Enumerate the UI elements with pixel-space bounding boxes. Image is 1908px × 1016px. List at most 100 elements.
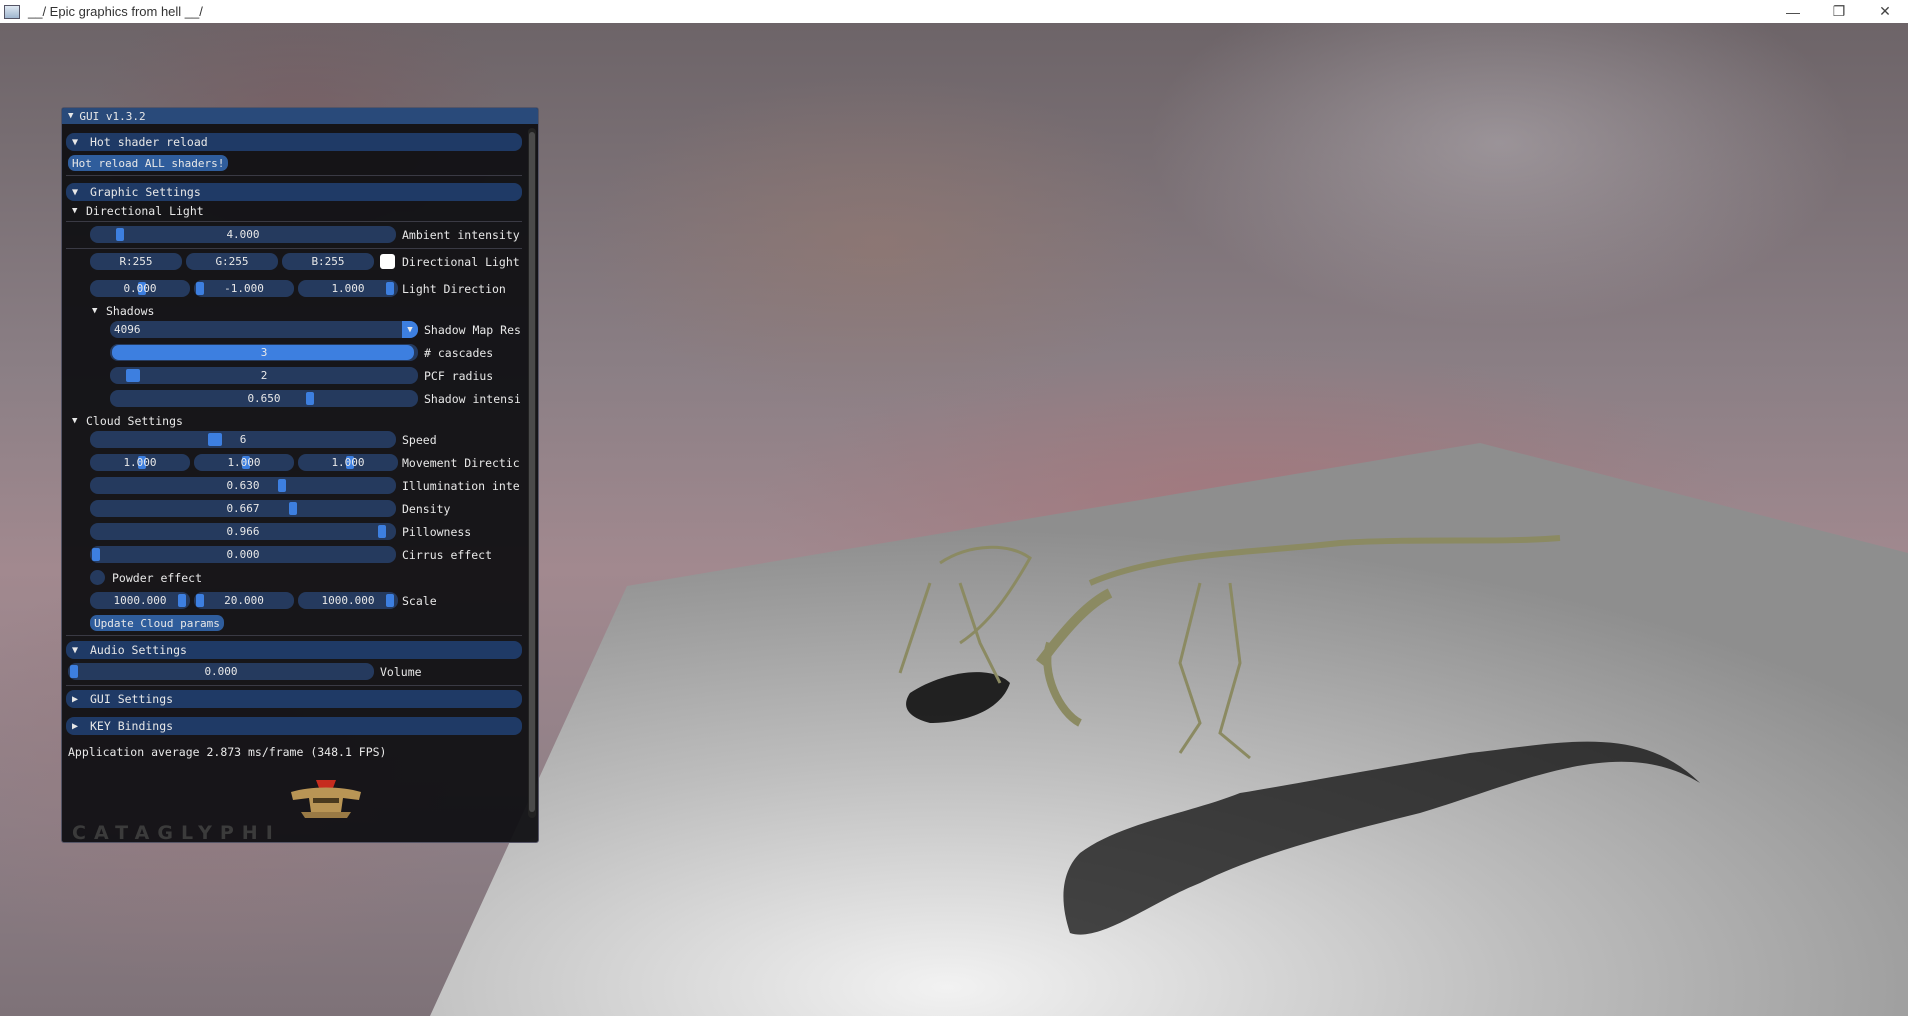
light-direction-x-slider[interactable]: 0.000 bbox=[90, 280, 190, 297]
gui-title-bar[interactable]: ▼ GUI v1.3.2 bbox=[62, 108, 538, 124]
collapse-arrow-icon[interactable]: ▼ bbox=[68, 111, 73, 121]
slider-grab[interactable] bbox=[178, 594, 186, 607]
tree-directional-light[interactable]: ▼ Directional Light bbox=[72, 204, 204, 218]
color-r-field[interactable]: R:255 bbox=[90, 253, 182, 270]
volume-slider[interactable]: 0.000 bbox=[68, 663, 374, 680]
illumination-slider[interactable]: 0.630 bbox=[90, 477, 396, 494]
light-direction-z-slider[interactable]: 1.000 bbox=[298, 280, 398, 297]
update-cloud-params-button[interactable]: Update Cloud params bbox=[90, 615, 224, 631]
gui-title: GUI v1.3.2 bbox=[79, 109, 146, 123]
movement-direction-x-value: 1.000 bbox=[123, 456, 157, 469]
cloud-speed-slider[interactable]: 6 bbox=[90, 431, 396, 448]
shadow-intensity-slider[interactable]: 0.650 bbox=[110, 390, 418, 407]
maximize-icon[interactable]: ❐ bbox=[1816, 0, 1862, 23]
shadow-intensity-label: Shadow intensi bbox=[424, 392, 520, 406]
header-key-bindings[interactable]: ▶ KEY Bindings bbox=[66, 717, 522, 735]
minimize-icon[interactable]: — bbox=[1770, 0, 1816, 23]
slider-grab[interactable] bbox=[306, 392, 314, 405]
tree-shadows-label: Shadows bbox=[106, 304, 155, 318]
light-direction-y-slider[interactable]: -1.000 bbox=[194, 280, 294, 297]
close-icon[interactable]: ✕ bbox=[1862, 0, 1908, 23]
illumination-value: 0.630 bbox=[226, 479, 260, 492]
scale-x-slider[interactable]: 1000.000 bbox=[90, 592, 190, 609]
slider-grab[interactable] bbox=[378, 525, 386, 538]
pcf-radius-label: PCF radius bbox=[424, 369, 494, 383]
header-hot-shader-reload[interactable]: ▼ Hot shader reload bbox=[66, 133, 522, 151]
header-audio-settings[interactable]: ▼ Audio Settings bbox=[66, 641, 522, 659]
window-controls: — ❐ ✕ bbox=[1770, 0, 1908, 23]
shadow-map-res-combo[interactable]: 4096 ▼ bbox=[110, 321, 418, 338]
slider-grab[interactable] bbox=[70, 665, 78, 678]
powder-effect-label: Powder effect bbox=[112, 571, 203, 585]
shadow-map-res-value: 4096 bbox=[114, 323, 141, 336]
powder-effect-checkbox[interactable] bbox=[90, 570, 105, 585]
gui-scrollbar[interactable] bbox=[528, 128, 536, 818]
slider-grab[interactable] bbox=[386, 594, 394, 607]
shadow-map-res-label: Shadow Map Res bbox=[424, 323, 520, 337]
ground-plane-shape bbox=[430, 443, 1908, 1016]
movement-direction-y-slider[interactable]: 1.000 bbox=[194, 454, 294, 471]
pcf-radius-slider[interactable]: 2 bbox=[110, 367, 418, 384]
volume-label: Volume bbox=[380, 665, 422, 679]
volume-value: 0.000 bbox=[204, 665, 238, 678]
header-gui-settings[interactable]: ▶ GUI Settings bbox=[66, 690, 522, 708]
separator bbox=[66, 635, 522, 636]
shadow-intensity-value: 0.650 bbox=[247, 392, 281, 405]
scrollbar-thumb[interactable] bbox=[529, 132, 535, 812]
separator bbox=[66, 248, 522, 249]
slider-grab[interactable] bbox=[196, 594, 204, 607]
cataglyphi-logo bbox=[291, 780, 361, 818]
movement-direction-x-slider[interactable]: 1.000 bbox=[90, 454, 190, 471]
tree-cloud-settings-label: Cloud Settings bbox=[86, 414, 183, 428]
expanded-arrow-icon: ▼ bbox=[72, 416, 78, 426]
scale-z-value: 1000.000 bbox=[321, 594, 375, 607]
slider-grab[interactable] bbox=[208, 433, 222, 446]
slider-grab[interactable] bbox=[116, 228, 124, 241]
dropdown-arrow-icon[interactable]: ▼ bbox=[402, 321, 418, 338]
slider-grab[interactable] bbox=[278, 479, 286, 492]
movement-direction-z-slider[interactable]: 1.000 bbox=[298, 454, 398, 471]
slider-grab[interactable] bbox=[386, 282, 394, 295]
slider-grab[interactable] bbox=[289, 502, 297, 515]
slider-grab[interactable] bbox=[92, 548, 100, 561]
header-gui-settings-label: GUI Settings bbox=[90, 692, 174, 706]
fps-stats: Application average 2.873 ms/frame (348.… bbox=[68, 745, 387, 759]
scale-z-slider[interactable]: 1000.000 bbox=[298, 592, 398, 609]
scale-x-value: 1000.000 bbox=[113, 594, 167, 607]
hot-reload-shaders-button[interactable]: Hot reload ALL shaders! bbox=[68, 155, 229, 171]
pillowness-slider[interactable]: 0.966 bbox=[90, 523, 396, 540]
separator bbox=[66, 175, 522, 176]
movement-direction-z-value: 1.000 bbox=[331, 456, 365, 469]
expanded-arrow-icon: ▼ bbox=[72, 186, 79, 198]
cirrus-slider[interactable]: 0.000 bbox=[90, 546, 396, 563]
ambient-intensity-slider[interactable]: 4.000 bbox=[90, 226, 396, 243]
cascades-value: 3 bbox=[260, 346, 268, 359]
directional-light-color-label: Directional Light bbox=[402, 255, 520, 269]
window-titlebar: __/ Epic graphics from hell __/ — ❐ ✕ bbox=[0, 0, 1908, 23]
color-b-field[interactable]: B:255 bbox=[282, 253, 374, 270]
color-swatch[interactable] bbox=[380, 254, 395, 269]
pillowness-label: Pillowness bbox=[402, 525, 472, 539]
tree-cloud-settings[interactable]: ▼ Cloud Settings bbox=[72, 414, 183, 428]
cascades-label: # cascades bbox=[424, 346, 494, 360]
light-direction-z-value: 1.000 bbox=[331, 282, 365, 295]
header-graphic-settings[interactable]: ▼ Graphic Settings bbox=[66, 183, 522, 201]
cirrus-value: 0.000 bbox=[226, 548, 260, 561]
cascades-slider[interactable]: 3 bbox=[110, 344, 418, 361]
header-hot-shader-reload-label: Hot shader reload bbox=[90, 135, 208, 149]
color-g-field[interactable]: G:255 bbox=[186, 253, 278, 270]
scale-label: Scale bbox=[402, 594, 437, 608]
gui-panel[interactable]: ▼ GUI v1.3.2 ▼ Hot shader reload Hot reloa… bbox=[61, 107, 539, 843]
separator bbox=[66, 685, 522, 686]
slider-grab[interactable] bbox=[196, 282, 204, 295]
light-direction-label: Light Direction bbox=[402, 282, 506, 296]
ambient-intensity-label: Ambient intensity bbox=[402, 228, 520, 242]
render-viewport[interactable]: ▼ GUI v1.3.2 ▼ Hot shader reload Hot reloa… bbox=[0, 23, 1908, 1016]
tree-shadows[interactable]: ▼ Shadows bbox=[92, 304, 154, 318]
light-direction-x-value: 0.000 bbox=[123, 282, 157, 295]
slider-grab[interactable] bbox=[126, 369, 140, 382]
color-g-value: G:255 bbox=[215, 255, 249, 268]
logo-text: CATAGLYPHI bbox=[72, 822, 281, 840]
scale-y-slider[interactable]: 20.000 bbox=[194, 592, 294, 609]
density-slider[interactable]: 0.667 bbox=[90, 500, 396, 517]
